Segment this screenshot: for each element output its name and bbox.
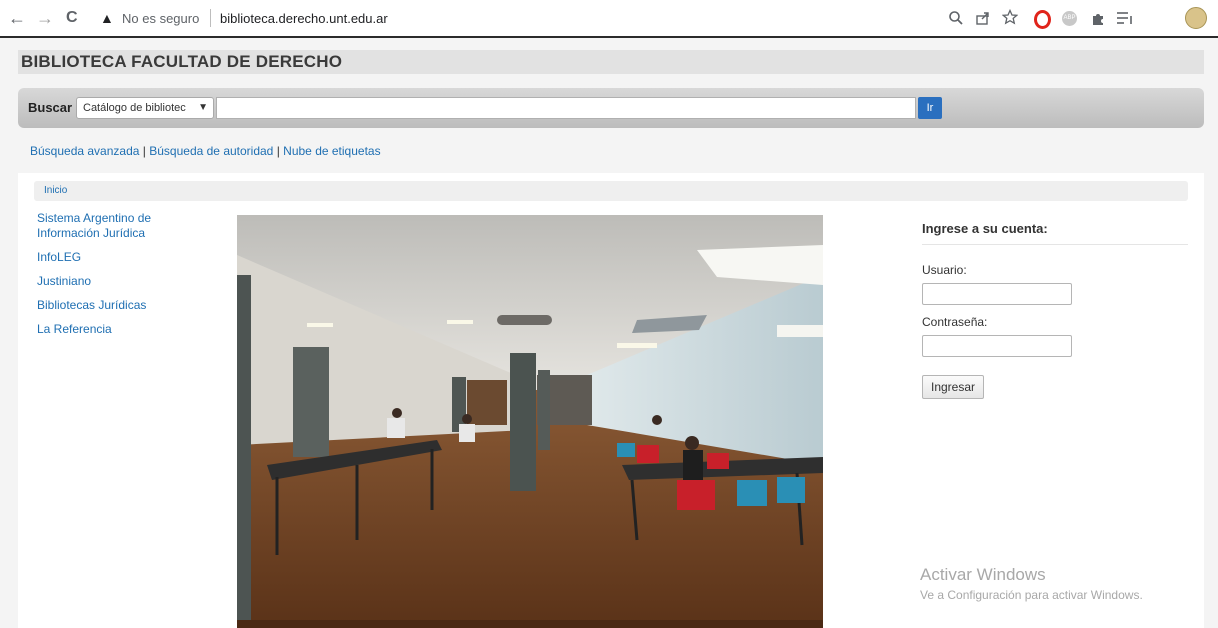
search-bar: Buscar Catálogo de bibliotec ▼ Ir (18, 88, 1204, 128)
login-button[interactable]: Ingresar (922, 375, 985, 399)
sidebar-item-infoleg[interactable]: InfoLEG (37, 250, 207, 265)
sidebar-item-label: La Referencia (37, 322, 112, 336)
back-arrow-icon[interactable]: ← (8, 8, 26, 28)
share-icon[interactable] (975, 10, 991, 26)
bookmark-star-icon[interactable] (1002, 9, 1018, 25)
site-header: BIBLIOTECA FACULTAD DE DERECHO (18, 50, 1204, 74)
login-panel: Ingrese a su cuenta: Usuario: Contraseña… (922, 215, 1188, 399)
site-title: BIBLIOTECA FACULTAD DE DERECHO (21, 52, 343, 71)
sidebar-item-bibliotecas[interactable]: Bibliotecas Jurídicas (37, 298, 207, 313)
address-bar-url[interactable]: biblioteca.derecho.unt.edu.ar (220, 11, 388, 26)
opera-extension-icon[interactable] (1034, 10, 1051, 29)
windows-activation-watermark: Activar Windows Ve a Configuración para … (920, 565, 1143, 602)
extensions-puzzle-icon[interactable] (1090, 10, 1106, 26)
browser-toolbar: ← → C ▲ No es seguro biblioteca.derecho.… (0, 0, 1218, 38)
advanced-search-link[interactable]: Búsqueda avanzada (30, 144, 139, 158)
adblock-extension-icon[interactable]: ABP (1062, 11, 1077, 26)
watermark-subtitle: Ve a Configuración para activar Windows. (920, 588, 1143, 602)
password-label: Contraseña: (922, 315, 988, 329)
sidebar-item-label: InfoLEG (37, 250, 82, 264)
reload-icon[interactable]: C (66, 8, 78, 28)
main-content: Inicio Sistema Argentino de Información … (18, 173, 1204, 628)
search-input[interactable] (216, 97, 916, 119)
sidebar-item-label: Justiniano (37, 274, 92, 288)
zoom-icon[interactable] (948, 10, 964, 26)
sidebar-item-referencia[interactable]: La Referencia (37, 322, 207, 337)
search-go-button[interactable]: Ir (918, 97, 942, 119)
catalog-select-value: Catálogo de bibliotec (83, 102, 186, 114)
url-divider (210, 9, 211, 27)
catalog-select[interactable]: Catálogo de bibliotec ▼ (76, 97, 214, 119)
watermark-title: Activar Windows (920, 565, 1046, 584)
breadcrumb: Inicio (34, 181, 1188, 201)
warning-icon[interactable]: ▲ (100, 10, 114, 26)
security-status[interactable]: No es seguro (122, 11, 199, 26)
sidebar-item-label: Bibliotecas Jurídicas (37, 298, 147, 312)
tag-cloud-link[interactable]: Nube de etiquetas (283, 144, 380, 158)
search-links: Búsqueda avanzada | Búsqueda de autorida… (30, 144, 381, 158)
sidebar-item-label: Información Jurídica (37, 226, 146, 240)
forward-arrow-icon[interactable]: → (36, 8, 54, 28)
page-body: BIBLIOTECA FACULTAD DE DERECHO Buscar Ca… (0, 38, 1218, 628)
username-label: Usuario: (922, 263, 967, 277)
link-separator: | (276, 144, 280, 158)
sidebar-links: Sistema Argentino de Información Jurídic… (37, 211, 207, 346)
reading-list-icon[interactable] (1116, 10, 1134, 26)
sidebar-item-justiniano[interactable]: Justiniano (37, 274, 207, 289)
password-field[interactable] (922, 335, 1072, 357)
profile-avatar-icon[interactable] (1185, 7, 1207, 29)
breadcrumb-home-link[interactable]: Inicio (44, 185, 67, 196)
sidebar-item-saij[interactable]: Sistema Argentino de Información Jurídic… (37, 211, 207, 241)
username-field[interactable] (922, 283, 1072, 305)
login-title: Ingrese a su cuenta: (922, 215, 1188, 245)
chevron-down-icon: ▼ (198, 102, 208, 113)
authority-search-link[interactable]: Búsqueda de autoridad (149, 144, 273, 158)
link-separator: | (142, 144, 146, 158)
sidebar-item-label: Sistema Argentino de (37, 211, 152, 225)
search-label: Buscar (28, 100, 73, 115)
library-reading-room-photo (237, 215, 823, 628)
